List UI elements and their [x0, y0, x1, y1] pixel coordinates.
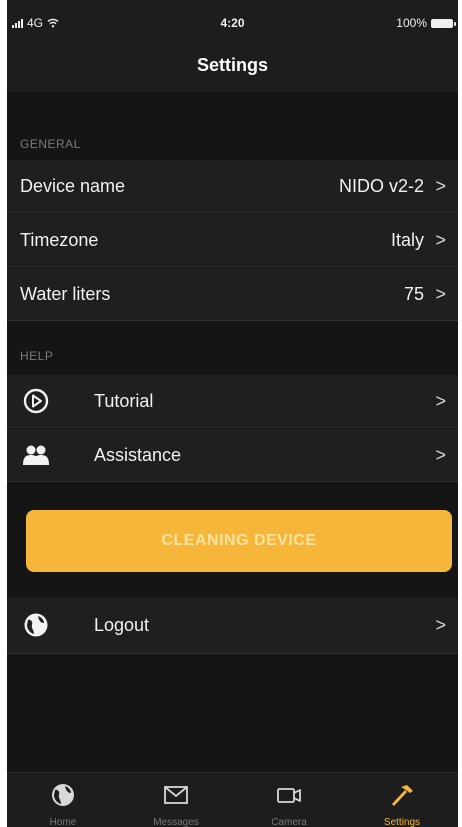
- chevron-right-icon: >: [435, 615, 446, 635]
- help-label: Tutorial: [94, 391, 154, 411]
- globe-icon: [24, 613, 48, 637]
- hammer-icon: [392, 785, 413, 806]
- chevron-right-icon: >: [435, 391, 446, 411]
- tab-settings[interactable]: Settings: [346, 773, 458, 827]
- tab-messages[interactable]: Messages: [120, 773, 232, 827]
- cleaning-device-button[interactable]: CLEANING DEVICE: [26, 510, 452, 572]
- status-bar: 4G 4:20 100%: [7, 16, 458, 36]
- status-time: 4:20: [220, 16, 245, 30]
- chevron-right-icon: >: [435, 176, 446, 196]
- tab-bar: Home Messages Camera Settings: [7, 772, 458, 827]
- tab-label: Messages: [153, 817, 199, 827]
- header: 4G 4:20 100% Settings: [7, 0, 458, 92]
- setting-row-timezone[interactable]: Timezone Italy >: [7, 214, 458, 267]
- setting-value: Italy: [390, 230, 424, 250]
- tab-home[interactable]: Home: [7, 773, 119, 827]
- logout-row[interactable]: Logout >: [7, 598, 458, 654]
- section-label-general: GENERAL: [20, 137, 81, 151]
- setting-row-water-liters[interactable]: Water liters 75 >: [7, 268, 458, 321]
- help-row-assistance[interactable]: Assistance >: [7, 429, 458, 482]
- chevron-right-icon: >: [435, 284, 446, 304]
- tab-label: Settings: [383, 817, 421, 827]
- logout-label: Logout: [94, 615, 150, 635]
- settings-screen: 4G 4:20 100% Settings GENERAL Device nam…: [7, 0, 458, 827]
- setting-row-device-name[interactable]: Device name NIDO v2-2 >: [7, 160, 458, 213]
- setting-value: 75: [403, 284, 424, 304]
- battery-icon: [431, 18, 456, 28]
- battery-percent: 100%: [396, 16, 427, 30]
- tab-camera[interactable]: Camera: [233, 773, 345, 827]
- people-icon: [23, 445, 49, 465]
- tab-label: Camera: [271, 817, 307, 827]
- chevron-right-icon: >: [435, 445, 446, 465]
- help-row-tutorial[interactable]: Tutorial >: [7, 375, 458, 428]
- globe-icon: [52, 784, 74, 806]
- setting-value: NIDO v2-2: [338, 176, 424, 196]
- setting-label: Water liters: [20, 284, 111, 304]
- video-camera-icon: [277, 788, 301, 803]
- status-right: 100%: [396, 16, 456, 30]
- chevron-right-icon: >: [435, 230, 446, 250]
- setting-label: Timezone: [20, 230, 99, 250]
- setting-label: Device name: [20, 176, 126, 196]
- help-label: Assistance: [94, 445, 182, 465]
- section-label-help: HELP: [20, 349, 54, 363]
- tab-label: Home: [49, 817, 77, 827]
- page-title: Settings: [196, 55, 268, 75]
- envelope-icon: [164, 786, 188, 804]
- play-circle-icon: [23, 388, 49, 414]
